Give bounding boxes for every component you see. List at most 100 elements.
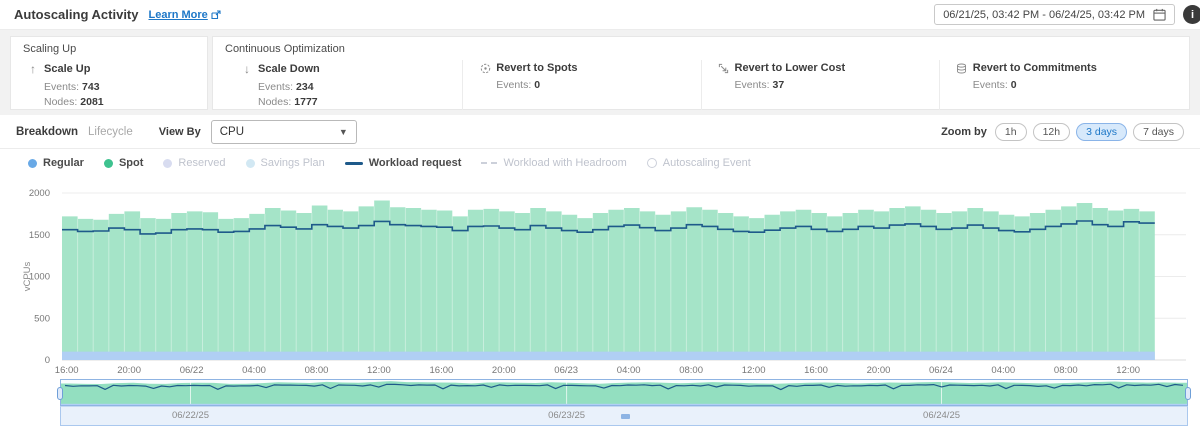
calendar-icon[interactable] [1153, 8, 1166, 21]
main-chart[interactable]: 0500100015002000vCPUs16:0020:0006/2204:0… [0, 181, 1200, 377]
view-by-label: View By [159, 126, 201, 138]
stat-metrics: Events:0 [496, 78, 700, 93]
legend-label: Spot [119, 157, 143, 169]
legend-item-savings-plan[interactable]: Savings Plan [246, 157, 325, 169]
svg-text:04:00: 04:00 [991, 365, 1015, 376]
legend-swatch [246, 159, 255, 168]
learn-more-label: Learn More [148, 9, 207, 21]
tab-lifecycle[interactable]: Lifecycle [88, 126, 133, 138]
zoom-by-label: Zoom by [941, 126, 987, 138]
stat-item-header: Revert to Lower Cost [718, 62, 939, 74]
legend-label: Regular [43, 157, 84, 169]
zoom-option-3-days[interactable]: 3 days [1076, 123, 1127, 141]
stat-item-header: ↓Scale Down [241, 62, 462, 76]
lower-cost-icon [718, 63, 730, 74]
svg-text:16:00: 16:00 [804, 365, 828, 376]
legend-label: Workload request [369, 157, 462, 169]
svg-text:12:00: 12:00 [742, 365, 766, 376]
zoom-option-12h[interactable]: 12h [1033, 123, 1071, 141]
time-navigator[interactable]: 06/22/25 06/23/25 06/24/25 [60, 379, 1188, 426]
legend-item-spot[interactable]: Spot [104, 157, 143, 169]
navigator-svg[interactable] [61, 380, 1187, 405]
stat-item-revert-to-spots: Revert to Spots Events:0 [462, 60, 700, 110]
navigator-date-label: 06/23/25 [548, 410, 585, 421]
legend-item-workload-with-headroom[interactable]: Workload with Headroom [481, 157, 626, 169]
stat-item-scale-up: ↑Scale Up Events:743Nodes:2081 [23, 60, 104, 110]
stat-item-name: Revert to Spots [496, 62, 577, 74]
date-range-input[interactable]: 06/21/25, 03:42 PM - 06/24/25, 03:42 PM [934, 4, 1175, 25]
stats-group-continuous-optimization: Continuous Optimization ↓Scale Down Events… [212, 36, 1190, 110]
learn-more-link[interactable]: Learn More [148, 9, 220, 21]
external-link-icon [211, 10, 221, 20]
chevron-down-icon: ▼ [339, 127, 348, 137]
navigator-date-label: 06/22/25 [172, 410, 209, 421]
svg-text:04:00: 04:00 [242, 365, 266, 376]
main-chart-svg[interactable]: 0500100015002000vCPUs16:0020:0006/2204:0… [0, 181, 1200, 377]
stat-metrics: Events:234Nodes:1777 [258, 80, 462, 110]
zoom-option-1h[interactable]: 1h [995, 123, 1027, 141]
stat-metric: Nodes:1777 [258, 95, 462, 110]
svg-text:08:00: 08:00 [679, 365, 703, 376]
stats-items: ↑Scale Up Events:743Nodes:2081 [23, 60, 195, 110]
svg-text:500: 500 [34, 313, 50, 324]
brush-handle-right[interactable] [1185, 387, 1191, 400]
chart-legend: Regular Spot Reserved Savings Plan Workload … [28, 157, 751, 169]
navigator-date-band[interactable]: 06/22/25 06/23/25 06/24/25 [60, 406, 1188, 426]
svg-text:2000: 2000 [29, 188, 50, 199]
legend-item-workload-request[interactable]: Workload request [345, 157, 462, 169]
view-by-select[interactable]: CPU ▼ [211, 120, 357, 144]
arrow-up-icon: ↑ [27, 62, 39, 76]
stat-metrics: Events:37 [735, 78, 939, 93]
legend-swatch [28, 159, 37, 168]
svg-text:20:00: 20:00 [117, 365, 141, 376]
date-range-value: 06/21/25, 03:42 PM - 06/24/25, 03:42 PM [943, 9, 1145, 21]
navigator-date-label: 06/24/25 [923, 410, 960, 421]
brush-handle-left[interactable] [57, 387, 63, 400]
zoom-by-group: Zoom by 1h 12h 3 days 7 days [941, 123, 1184, 141]
legend-label: Autoscaling Event [663, 157, 751, 169]
stat-item-name: Revert to Lower Cost [735, 62, 846, 74]
svg-text:08:00: 08:00 [305, 365, 329, 376]
svg-text:1500: 1500 [29, 230, 50, 241]
stat-item-header: ↑Scale Up [27, 62, 104, 76]
svg-text:12:00: 12:00 [367, 365, 391, 376]
legend-item-regular[interactable]: Regular [28, 157, 84, 169]
arrow-down-icon: ↓ [241, 62, 253, 76]
stat-item-header: Revert to Spots [479, 62, 700, 74]
svg-text:12:00: 12:00 [1116, 365, 1140, 376]
stat-metric: Events:234 [258, 80, 462, 95]
svg-text:06/22: 06/22 [180, 365, 204, 376]
info-icon[interactable]: i [1183, 5, 1200, 24]
legend-label: Savings Plan [261, 157, 325, 169]
svg-text:08:00: 08:00 [1054, 365, 1078, 376]
stats-group-title: Continuous Optimization [225, 43, 1177, 60]
legend-swatch [481, 162, 497, 164]
legend-swatch [104, 159, 113, 168]
legend-label: Workload with Headroom [503, 157, 626, 169]
stat-item-revert-to-commitments: Revert to Commitments Events:0 [939, 60, 1177, 110]
stat-metrics: Events:743Nodes:2081 [44, 80, 104, 110]
spot-icon [479, 63, 491, 74]
stats-items: ↓Scale DownEvents:234Nodes:1777Revert to… [225, 60, 1177, 110]
navigator-scroll-thumb[interactable] [621, 414, 630, 419]
chart-panel: Breakdown Lifecycle View By CPU ▼ Zoom by… [0, 115, 1200, 435]
stat-metric: Events:0 [973, 78, 1177, 93]
navigator-chart[interactable] [60, 379, 1188, 406]
legend-label: Reserved [178, 157, 225, 169]
svg-text:20:00: 20:00 [867, 365, 891, 376]
svg-text:16:00: 16:00 [55, 365, 79, 376]
stat-item-header: Revert to Commitments [956, 62, 1177, 74]
legend-item-reserved[interactable]: Reserved [163, 157, 225, 169]
legend-item-autoscaling-event[interactable]: Autoscaling Event [647, 157, 751, 169]
stat-metric: Events:0 [496, 78, 700, 93]
svg-text:vCPUs: vCPUs [22, 261, 33, 291]
legend-swatch [647, 158, 657, 168]
legend-swatch [163, 159, 172, 168]
stats-row: Scaling Up↑Scale UpEvents:743Nodes:2081C… [10, 36, 1190, 110]
tab-breakdown[interactable]: Breakdown [16, 126, 78, 138]
stat-item-name: Revert to Commitments [973, 62, 1097, 74]
zoom-by-options: 1h 12h 3 days 7 days [995, 123, 1184, 141]
stat-item-scale-down: ↓Scale Down Events:234Nodes:1777 [225, 60, 462, 110]
view-by-value: CPU [220, 126, 244, 138]
zoom-option-7-days[interactable]: 7 days [1133, 123, 1184, 141]
